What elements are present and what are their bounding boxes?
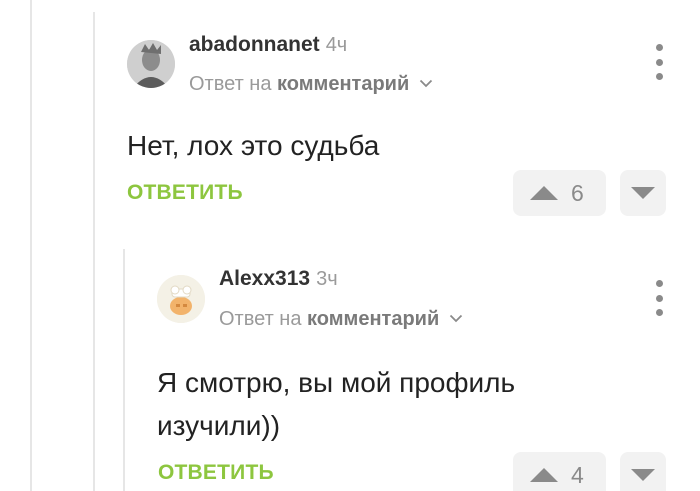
upvote-button[interactable]: 6 [513, 170, 606, 216]
rating: 4 [571, 461, 584, 488]
username[interactable]: abadonnanet 4ч [189, 33, 347, 57]
username-text[interactable]: Alexx313 [219, 267, 310, 290]
more-vertical-icon[interactable] [651, 44, 667, 80]
downvote-button[interactable] [620, 452, 666, 491]
avatar[interactable] [127, 40, 175, 88]
username-text[interactable]: abadonnanet [189, 33, 320, 56]
comment: Alexx313 3ч Ответ на комментарий Я смотрю… [0, 245, 700, 491]
avatar[interactable] [157, 275, 205, 323]
username[interactable]: Alexx313 3ч [219, 267, 338, 291]
timestamp: 4ч [325, 34, 348, 56]
chevron-down-icon[interactable] [419, 71, 433, 94]
rating: 6 [571, 179, 584, 206]
comment-text-line: Я смотрю, вы мой профиль [157, 367, 516, 398]
more-vertical-icon[interactable] [651, 280, 667, 316]
comment: abadonnanet 4ч Ответ на комментарий Нет, … [0, 0, 700, 225]
upvote-button[interactable]: 4 [513, 452, 606, 491]
downvote-button[interactable] [620, 170, 666, 216]
reply-button[interactable]: ОТВЕТИТЬ [127, 181, 243, 205]
reply-to-link[interactable]: комментарий [307, 308, 439, 330]
chevron-down-icon[interactable] [449, 306, 463, 329]
reply-to-prefix: Ответ на [219, 308, 302, 330]
reply-to[interactable]: Ответ на комментарий [219, 308, 463, 331]
arrow-down-icon [631, 469, 655, 481]
reply-to-link[interactable]: комментарий [277, 73, 409, 95]
reply-to-prefix: Ответ на [189, 73, 272, 95]
arrow-down-icon [631, 187, 655, 199]
timestamp: 3ч [316, 268, 338, 290]
arrow-up-icon [530, 468, 558, 482]
comment-text: Нет, лох это судьба [127, 130, 380, 161]
comment-text-line: изучили)) [157, 410, 281, 441]
reply-button[interactable]: ОТВЕТИТЬ [158, 461, 274, 485]
comment-text: Я смотрю, вы мой профиль изучили)) [157, 361, 515, 447]
arrow-up-icon [530, 186, 558, 200]
reply-to[interactable]: Ответ на комментарий [189, 73, 433, 96]
